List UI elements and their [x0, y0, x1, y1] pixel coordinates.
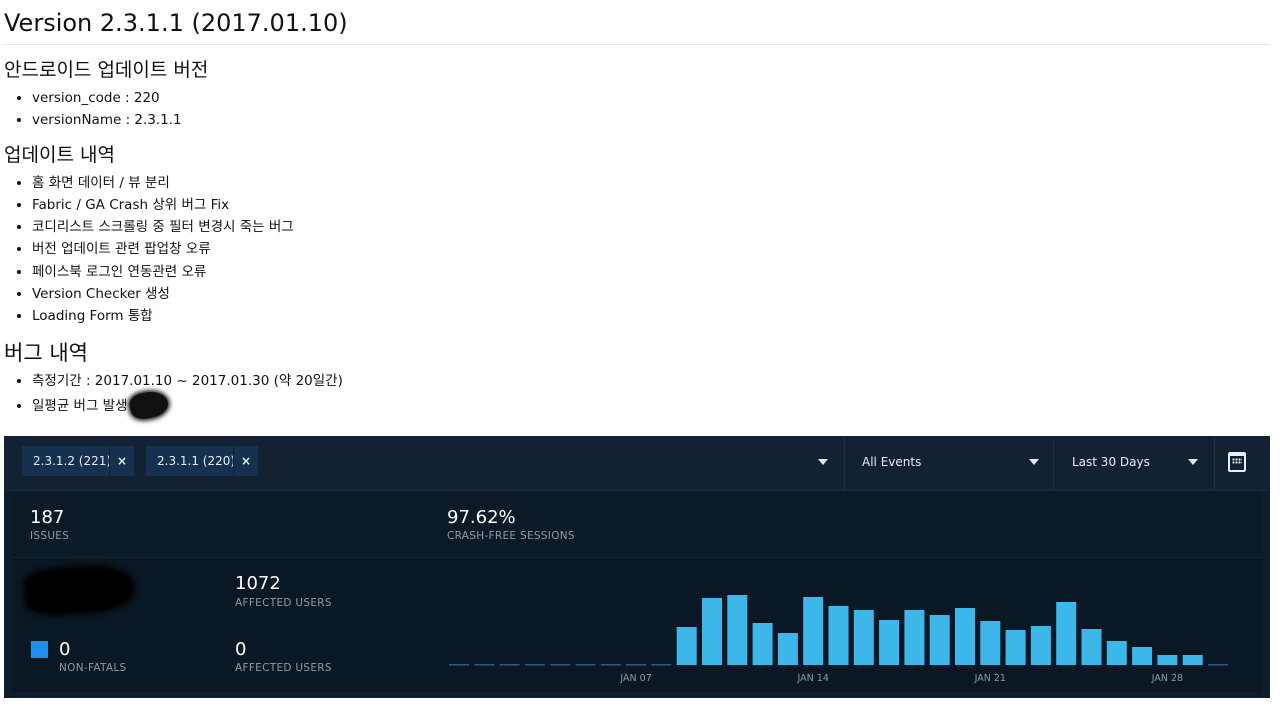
- chart-bar-empty[interactable]: [499, 664, 520, 666]
- chart-bar-empty[interactable]: [1208, 664, 1228, 666]
- redaction-mark: [24, 564, 134, 616]
- version-chip-label: 2.3.1.2 (221): [33, 454, 112, 468]
- issues-label: ISSUES: [30, 530, 70, 542]
- affected-users-label: AFFECTED USERS: [235, 597, 332, 609]
- version-chip-label: 2.3.1.1 (220): [157, 454, 236, 468]
- list-item: 코디리스트 스크롤링 중 필터 변경시 죽는 버그: [32, 216, 1270, 238]
- chevron-down-icon: [1188, 459, 1198, 465]
- nonfatals-label: NON-FATALS: [59, 662, 127, 674]
- chart-bar-empty[interactable]: [550, 664, 571, 666]
- version-dropdown-chevron-icon[interactable]: [818, 459, 828, 465]
- section-heading-bug-history: 버그 내역: [4, 340, 88, 365]
- chart-bar[interactable]: [803, 597, 824, 665]
- chart-bar-empty[interactable]: [524, 664, 545, 666]
- chart-bar[interactable]: [955, 608, 975, 665]
- chart-bar[interactable]: [1081, 629, 1102, 665]
- nonfatals-count: 0: [59, 639, 71, 660]
- events-select[interactable]: All Events: [844, 436, 1053, 490]
- list-item: Version Checker 생성: [32, 283, 1270, 305]
- chart-bar[interactable]: [980, 621, 1001, 665]
- chart-bar[interactable]: [904, 610, 925, 665]
- section-heading-android-version: 안드로이드 업데이트 버전: [4, 59, 209, 81]
- list-item-text: 일평균 버그 발생 :: [32, 397, 137, 414]
- version-chip[interactable]: 2.3.1.2 (221) ×: [22, 446, 134, 476]
- x-tick-label: JAN 07: [619, 673, 651, 684]
- chart-bar[interactable]: [1056, 602, 1077, 665]
- chart-bar-empty[interactable]: [449, 664, 469, 666]
- list-item: Loading Form 통합: [32, 305, 1270, 327]
- calendar-icon[interactable]: [1228, 452, 1246, 472]
- chart-bar-empty[interactable]: [626, 664, 647, 666]
- list-item: Fabric / GA Crash 상위 버그 Fix: [32, 194, 1270, 216]
- list-item: version_code : 220: [32, 87, 1270, 109]
- list-item: 페이스북 로그인 연동관련 오류: [32, 261, 1270, 283]
- redaction-mark: [128, 388, 171, 422]
- events-select-value: All Events: [862, 455, 922, 469]
- list-item: 일평균 버그 발생 :: [32, 388, 1270, 422]
- filter-bar: 2.3.1.2 (221) × 2.3.1.1 (220) × All Even…: [4, 436, 1270, 491]
- list-item: versionName : 2.3.1.1: [32, 109, 1270, 131]
- chart-bar[interactable]: [853, 610, 874, 665]
- affected-users-count: 1072: [235, 573, 281, 594]
- remove-chip-icon[interactable]: ×: [109, 446, 134, 476]
- page-title: Version 2.3.1.1 (2017.01.10): [4, 0, 1270, 45]
- list-item: 버전 업데이트 관련 팝업창 오류: [32, 238, 1270, 260]
- chart-bar[interactable]: [676, 627, 697, 665]
- nonfatal-legend-swatch: [31, 641, 48, 658]
- android-version-list: version_code : 220 versionName : 2.3.1.1: [4, 87, 1270, 132]
- affected-users-count: 0: [235, 639, 247, 660]
- chart-bar-empty[interactable]: [651, 664, 672, 666]
- chart-bar-empty[interactable]: [600, 664, 621, 666]
- chart-bar[interactable]: [777, 633, 798, 665]
- version-chip[interactable]: 2.3.1.1 (220) ×: [146, 446, 258, 476]
- update-history-list: 홈 화면 데이터 / 뷰 분리 Fabric / GA Crash 상위 버그 …: [4, 172, 1270, 328]
- document: Version 2.3.1.1 (2017.01.10) 안드로이드 업데이트 …: [0, 0, 1280, 422]
- crash-bar-chart: JAN 07 JAN 14 JAN 21 JAN 28: [449, 595, 1228, 684]
- summary-row: 187 ISSUES 97.62% CRASH-FREE SESSIONS: [12, 491, 1262, 558]
- x-tick-label: JAN 14: [797, 673, 829, 684]
- chart-bar[interactable]: [1182, 655, 1203, 665]
- chart-bar[interactable]: [1132, 647, 1153, 665]
- chart-bar[interactable]: [1106, 641, 1127, 665]
- crash-free-value: 97.62%: [447, 507, 516, 528]
- chart-bar[interactable]: [1030, 626, 1051, 665]
- chart-bar-empty[interactable]: [575, 664, 596, 666]
- chart-bar[interactable]: [929, 615, 950, 665]
- date-range-value: Last 30 Days: [1072, 455, 1150, 469]
- chart-bar[interactable]: [752, 623, 773, 665]
- crash-free-label: CRASH-FREE SESSIONS: [447, 530, 575, 542]
- chart-bar[interactable]: [727, 595, 748, 665]
- remove-chip-icon[interactable]: ×: [233, 446, 258, 476]
- date-range-select[interactable]: Last 30 Days: [1053, 436, 1214, 490]
- bug-history-list: 측정기간 : 2017.01.10 ~ 2017.01.30 (약 20일간) …: [4, 370, 1270, 422]
- chevron-down-icon: [1029, 459, 1039, 465]
- chart-bar-empty[interactable]: [474, 664, 495, 666]
- chart-bar[interactable]: [702, 598, 722, 665]
- x-tick-label: JAN 28: [1151, 673, 1183, 684]
- issues-count: 187: [30, 507, 65, 528]
- crash-dashboard: 2.3.1.2 (221) × 2.3.1.1 (220) × All Even…: [4, 436, 1270, 698]
- chart-bar[interactable]: [1157, 655, 1178, 665]
- affected-users-label: AFFECTED USERS: [235, 662, 332, 674]
- chart-bar[interactable]: [879, 620, 900, 665]
- chart-bar[interactable]: [828, 606, 849, 665]
- chart-bar[interactable]: [1005, 630, 1026, 665]
- list-item: 홈 화면 데이터 / 뷰 분리: [32, 172, 1270, 194]
- list-item: 측정기간 : 2017.01.10 ~ 2017.01.30 (약 20일간): [32, 370, 1270, 392]
- x-tick-label: JAN 21: [974, 673, 1006, 684]
- section-heading-update-history: 업데이트 내역: [4, 143, 115, 166]
